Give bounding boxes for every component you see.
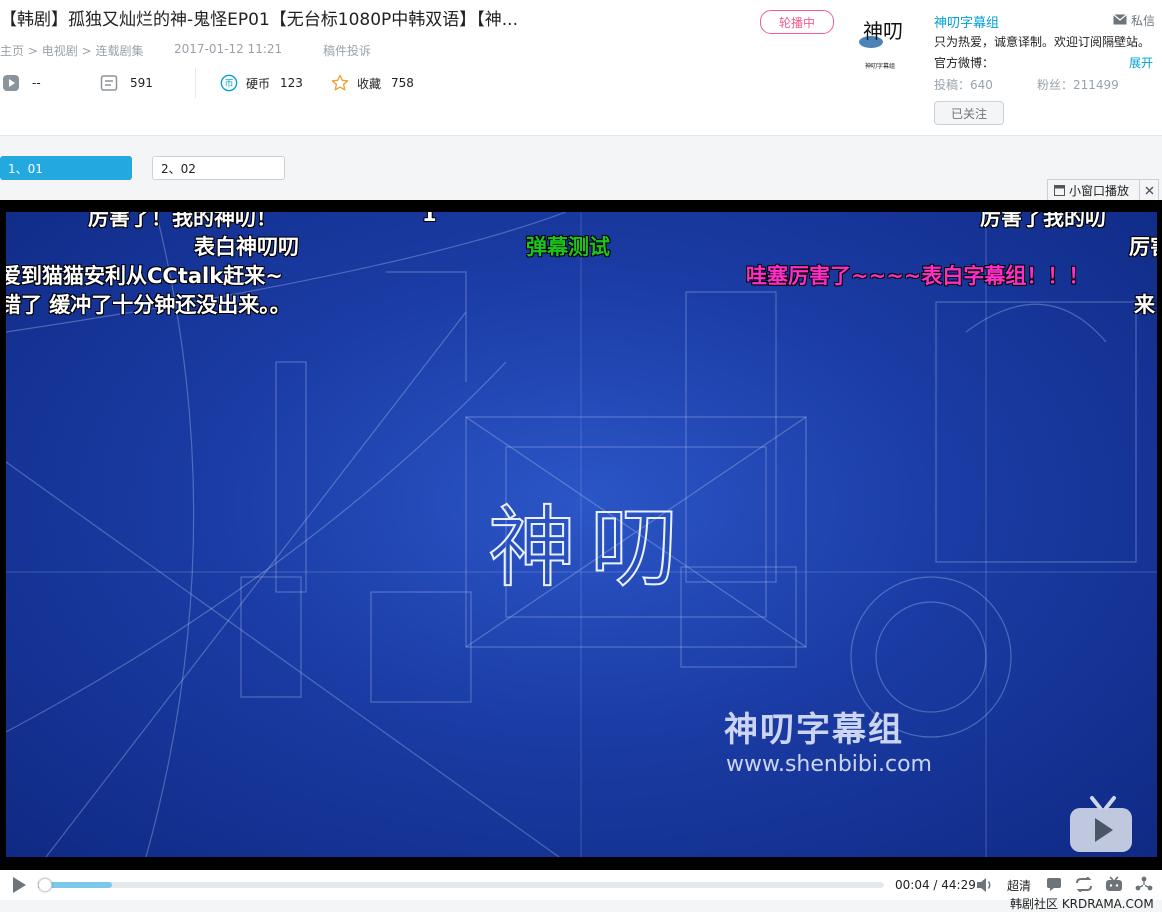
current-time: 00:04 [895,878,930,892]
episode-tab-1[interactable]: 1、01 [0,156,132,180]
uploader-name[interactable]: 神叨字幕组 [934,12,999,31]
uploader-description: 只为热爱，诚意译制。欢迎订阅隔壁站。 [934,35,1151,49]
breadcrumb-sep: > [81,44,92,58]
share-button[interactable] [1135,876,1153,895]
avatar-caption: 神叨字幕组 [865,62,895,70]
share-icon [1135,876,1153,891]
star-icon [331,74,349,92]
footer-band [0,900,1162,912]
play-count-icon [2,74,20,92]
video-logo-text: 神叨 [487,495,693,600]
volume-button[interactable] [976,877,994,896]
mini-window-label: 小窗口播放 [1069,183,1130,198]
progress-track[interactable] [38,878,884,892]
volume-icon [977,878,991,892]
uploader-avatar[interactable]: 神叨 神叨字幕组 [857,14,903,72]
upload-date: 2017-01-12 11:21 [174,42,283,56]
danmaku-comment: 爱到猫猫安利从CCtalk赶来~ [6,264,283,288]
divider [195,68,196,98]
danmaku-comment: 厉害了！我的神叨！ [88,212,277,230]
svg-text:币: 币 [224,79,233,90]
play-count: -- [2,74,41,92]
coin-label: 硬币 [246,76,271,91]
favorite-button[interactable]: 收藏 758 [331,74,414,92]
coin-button[interactable]: 币 硬币 123 [220,74,303,92]
danmaku-comment: 厉害了我的叨 [980,212,1106,230]
video-player[interactable]: 神叨 神叨字幕组 www.shenbibi.com 厉害了！我的神叨！ 1 厉害… [0,200,1162,870]
tv-play-icon[interactable] [1068,794,1138,856]
play-button[interactable] [10,876,28,897]
coin-icon: 币 [220,74,238,92]
breadcrumb-tv[interactable]: 电视剧 [42,44,78,58]
favorite-value: 758 [391,76,414,90]
quality-selector[interactable]: 超清 [1007,877,1031,894]
danmaku-comment: 来 [1134,293,1155,317]
danmaku-count-value: 591 [130,76,153,90]
video-title: 【韩剧】孤独又灿烂的神-鬼怪EP01【无台标1080P中韩双语】【神... [0,10,518,30]
play-icon [13,877,26,893]
site-watermark: 韩剧社区 KRDRAMA.COM [1010,897,1154,911]
tv-icon [1106,876,1122,891]
watermark-name: 神叨字幕组 [724,710,904,750]
loop-icon [1076,876,1092,893]
video-frame[interactable]: 神叨 神叨字幕组 www.shenbibi.com 厉害了！我的神叨！ 1 厉害… [6,212,1157,857]
watermark-url: www.shenbibi.com [726,752,932,777]
message-button[interactable]: 私信 [1113,12,1155,29]
danmaku-comment: 弹幕测试 [526,235,610,259]
avatar-logo-glyph: 神叨 [863,19,903,43]
danmaku-count: 591 [100,74,153,92]
uploader-fans: 粉丝：211499 [1037,78,1119,92]
breadcrumb-serial[interactable]: 连载剧集 [95,44,143,58]
mini-window-button[interactable]: 小窗口播放 [1047,179,1159,201]
message-label: 私信 [1131,14,1156,28]
danmaku-comment: 错了 缓冲了十分钟还没出来。。 [6,293,291,317]
favorite-label: 收藏 [357,76,382,91]
breadcrumb: 主页 > 电视剧 > 连载剧集 [0,42,143,59]
danmaku-comment: 厉害 [1129,235,1157,259]
weibo-label: 官方微博： [934,56,995,70]
expand-link[interactable]: 展开 [1129,54,1153,71]
report-link[interactable]: 稿件投诉 [323,42,371,59]
danmaku-icon [100,74,118,92]
bili-button[interactable] [1105,876,1123,895]
coin-value: 123 [280,76,303,90]
danmaku-comment: 表白神叨叨 [194,235,299,259]
progress-thumb[interactable] [38,878,52,892]
mini-window-icon [1054,184,1065,196]
follow-button[interactable]: 已关注 [934,101,1004,125]
time-separator: / [929,878,942,892]
danmaku-comment: 哇塞厉害了~~~~表白字幕组！！！ [746,264,1090,288]
loop-button[interactable] [1075,876,1093,895]
time-display: 00:04 / 44:29 [895,878,976,892]
uploader-posts: 投稿：640 [934,78,993,92]
breadcrumb-sep: > [27,44,38,58]
episode-tab-2[interactable]: 2、02 [152,156,285,180]
close-icon[interactable] [1139,180,1158,200]
danmaku-toggle-icon [1047,878,1061,891]
breadcrumb-home[interactable]: 主页 [0,44,24,58]
carousel-badge[interactable]: 轮播中 [760,10,834,34]
total-time: 44:29 [941,878,976,892]
mail-icon [1113,13,1127,28]
play-count-value: -- [32,76,41,90]
danmaku-comment: 1 [422,212,437,226]
danmaku-toggle[interactable] [1046,877,1062,895]
